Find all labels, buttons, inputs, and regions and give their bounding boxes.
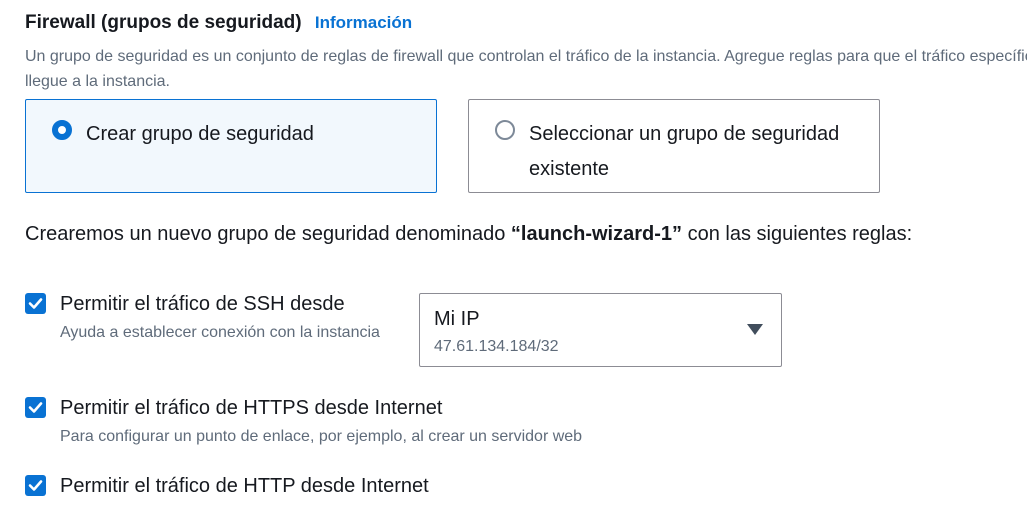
section-description: Un grupo de seguridad es un conjunto de … (25, 48, 1027, 90)
allow-http-label: Permitir el tráfico de HTTP desde Intern… (60, 475, 429, 497)
allow-https-label: Permitir el tráfico de HTTPS desde Inter… (60, 397, 443, 419)
caret-down-icon (747, 324, 763, 335)
create-security-group-label: Crear grupo de seguridad (86, 123, 314, 145)
allow-https-help: Para configurar un punto de enlace, por … (60, 428, 583, 445)
allow-ssh-checkbox[interactable] (25, 293, 46, 314)
allow-ssh-label: Permitir el tráfico de SSH desde (60, 293, 345, 315)
security-group-name: “launch-wizard-1” (510, 223, 683, 245)
section-title: Firewall (grupos de seguridad) (25, 12, 302, 33)
ssh-source-select[interactable]: Mi IP 47.61.134.184/32 (419, 293, 782, 367)
checkmark-icon (28, 402, 43, 413)
radio-unselected-icon[interactable] (495, 120, 515, 140)
ssh-source-ip: 47.61.134.184/32 (434, 338, 559, 355)
rules-intro-suffix: con las siguientes reglas: (682, 223, 913, 245)
select-existing-security-group-option[interactable]: Seleccionar un grupo de seguridad existe… (468, 99, 880, 193)
ssh-source-value: Mi IP (434, 308, 480, 330)
allow-ssh-help: Ayuda a establecer conexión con la insta… (60, 324, 380, 341)
rules-intro-text: Crearemos un nuevo grupo de seguridad de… (25, 220, 912, 248)
checkmark-icon (28, 480, 43, 491)
create-security-group-option[interactable]: Crear grupo de seguridad (25, 99, 437, 193)
radio-selected-icon[interactable] (52, 120, 72, 140)
firewall-section: Firewall (grupos de seguridad) Informaci… (0, 0, 1027, 506)
checkmark-icon (28, 298, 43, 309)
allow-http-checkbox[interactable] (25, 475, 46, 496)
section-header: Firewall (grupos de seguridad) Informaci… (25, 12, 412, 34)
allow-https-checkbox[interactable] (25, 397, 46, 418)
info-link[interactable]: Información (315, 13, 412, 32)
select-existing-security-group-label: Seleccionar un grupo de seguridad existe… (529, 123, 840, 180)
rules-intro-prefix: Crearemos un nuevo grupo de seguridad de… (25, 223, 511, 245)
